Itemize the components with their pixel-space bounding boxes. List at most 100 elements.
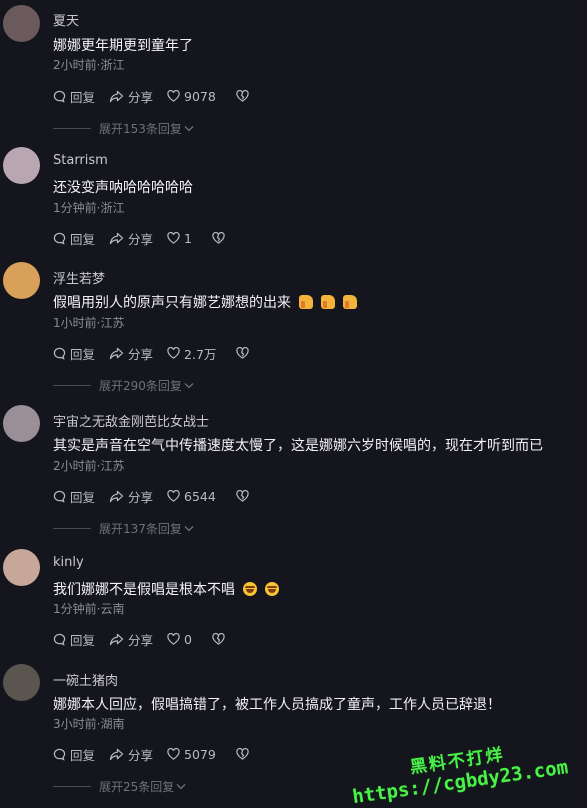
share-icon [109,232,124,244]
reply-label: 回复 [70,89,96,105]
comment-actions: 回复 分享 2.7万 [53,344,267,362]
share-icon [109,490,124,502]
broken-heart-icon [236,90,249,102]
broken-heart-icon [212,232,225,244]
reply-icon [53,633,66,646]
chevron-down-icon [184,525,194,531]
share-label: 分享 [128,89,154,105]
reply-icon [53,232,66,245]
share-label: 分享 [128,489,154,505]
avatar[interactable] [3,262,40,299]
thumbs-up-icon [321,295,335,309]
comment-text: 假唱用别人的原声只有娜艺娜想的出来 [53,292,357,312]
reply-button[interactable]: 回复 [53,630,95,649]
reply-icon [53,90,66,103]
share-button[interactable]: 分享 [109,344,153,363]
reply-label: 回复 [70,346,96,362]
like-count: 2.7万 [184,346,217,362]
comment-meta: 3小时前·湖南 [53,717,125,731]
share-button[interactable]: 分享 [109,630,153,649]
comment-actions: 回复 分享 9078 [53,87,267,105]
share-button[interactable]: 分享 [109,487,153,506]
avatar[interactable] [3,405,40,442]
laughing-icon [265,582,279,596]
divider-line [53,384,91,386]
broken-heart-icon [212,633,225,645]
dislike-button[interactable] [236,347,253,359]
heart-icon [167,633,180,645]
chevron-down-icon [176,783,186,789]
like-count: 9078 [184,88,216,104]
avatar[interactable] [3,5,40,42]
share-button[interactable]: 分享 [109,87,153,106]
comment-username[interactable]: 浮生若梦 [53,268,105,287]
reply-button[interactable]: 回复 [53,745,95,764]
heart-icon [167,232,180,244]
reply-label: 回复 [70,632,96,648]
heart-icon [167,490,180,502]
thumbs-up-icon [343,295,357,309]
reply-button[interactable]: 回复 [53,229,95,248]
comment-actions: 回复 分享 0 [53,630,243,648]
comment-actions: 回复 分享 1 [53,229,243,247]
expand-replies-button[interactable]: 展开290条回复 [53,377,194,393]
comment-text: 我们娜娜不是假唱是根本不唱 [53,579,279,599]
expand-replies-button[interactable]: 展开25条回复 [53,778,186,794]
dislike-button[interactable] [236,748,253,760]
heart-icon [167,90,180,102]
comment-actions: 回复 分享 6544 [53,487,267,505]
dislike-button[interactable] [236,490,253,502]
laughing-icon [243,582,257,596]
dislike-button[interactable] [212,232,229,244]
like-button[interactable]: 5079 [167,747,216,762]
chevron-down-icon [184,382,194,388]
expand-replies-button[interactable]: 展开153条回复 [53,120,194,136]
like-button[interactable]: 9078 [167,89,216,104]
comment-username[interactable]: 夏天 [53,10,79,29]
like-button[interactable]: 6544 [167,489,216,504]
thumbs-up-icon [299,295,313,309]
dislike-button[interactable] [236,90,253,102]
avatar[interactable] [3,664,40,701]
like-button[interactable]: 0 [167,632,192,647]
expand-replies-label: 展开153条回复 [99,121,182,136]
comment-meta: 2小时前·江苏 [53,459,125,473]
reply-label: 回复 [70,489,96,505]
comment-meta: 1分钟前·云南 [53,602,125,616]
avatar[interactable] [3,549,40,586]
dislike-button[interactable] [212,633,229,645]
expand-replies-label: 展开25条回复 [99,779,175,794]
like-button[interactable]: 1 [167,231,192,246]
comment-text-content: 我们娜娜不是假唱是根本不唱 [53,582,235,598]
divider-line [53,785,91,787]
comment-username[interactable]: kinly [53,555,84,570]
comment-actions: 回复 分享 5079 [53,745,267,763]
expand-replies-button[interactable]: 展开137条回复 [53,520,194,536]
share-icon [109,90,124,102]
broken-heart-icon [236,490,249,502]
comment-username[interactable]: Starrism [53,153,108,168]
share-label: 分享 [128,346,154,362]
reply-button[interactable]: 回复 [53,87,95,106]
avatar[interactable] [3,147,40,184]
expand-replies-label: 展开290条回复 [99,378,182,393]
like-count: 5079 [184,746,216,762]
share-icon [109,347,124,359]
comment-meta: 1分钟前·浙江 [53,201,125,215]
reply-button[interactable]: 回复 [53,344,95,363]
reply-icon [53,490,66,503]
comment-username[interactable]: 宇宙之无敌金刚芭比女战士 [53,411,209,430]
share-button[interactable]: 分享 [109,745,153,764]
comment-username[interactable]: 一碗土猪肉 [53,670,118,689]
reply-icon [53,347,66,360]
comment-text-content: 假唱用别人的原声只有娜艺娜想的出来 [53,295,291,311]
like-count: 6544 [184,488,216,504]
like-button[interactable]: 2.7万 [167,344,216,363]
heart-icon [167,347,180,359]
watermark: 黑料不打烊 https://cgbdy23.com [347,731,569,808]
share-button[interactable]: 分享 [109,229,153,248]
comment-text: 其实是声音在空气中传播速度太慢了，这是娜娜六岁时候唱的，现在才听到而已 [53,438,543,454]
reply-label: 回复 [70,231,96,247]
comment-text: 娜娜更年期更到童年了 [53,38,193,54]
reply-button[interactable]: 回复 [53,487,95,506]
